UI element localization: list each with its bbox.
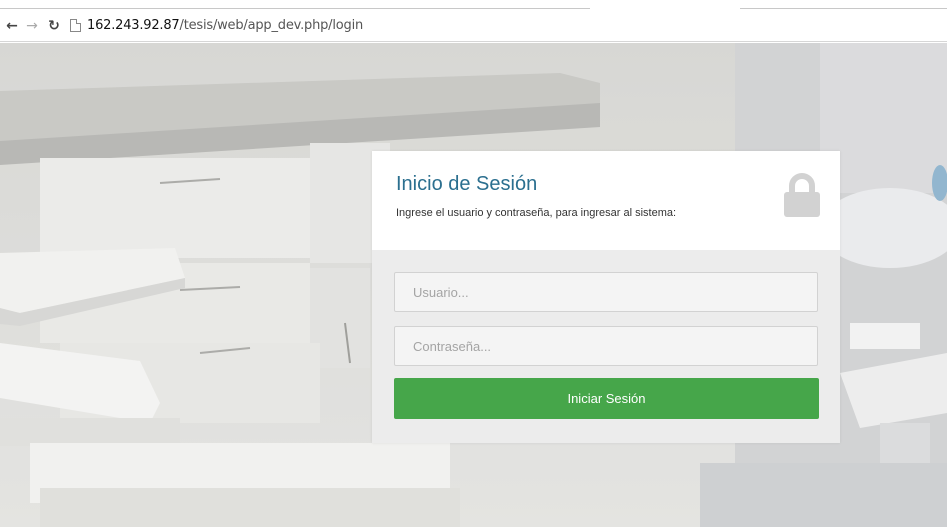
url-host: 162.243.92.87 — [87, 18, 180, 33]
tab-strip — [0, 0, 947, 10]
url-path: /tesis/web/app_dev.php/login — [179, 18, 364, 33]
login-card: Inicio de Sesión Ingrese el usuario y co… — [372, 151, 840, 443]
lock-icon — [784, 173, 820, 217]
address-bar[interactable]: 162.243.92.87/tesis/web/app_dev.php/logi… — [87, 18, 363, 33]
password-input[interactable] — [394, 326, 818, 366]
login-title: Inicio de Sesión — [396, 173, 538, 195]
reload-icon[interactable]: ↻ — [46, 16, 62, 36]
tab-divider — [740, 8, 947, 9]
back-arrow-icon[interactable]: ← — [4, 16, 20, 36]
login-subtitle: Ingrese el usuario y contraseña, para in… — [396, 207, 677, 219]
browser-toolbar: ← → ↻ 162.243.92.87/tesis/web/app_dev.ph… — [0, 10, 947, 42]
tab-divider — [0, 8, 590, 9]
login-submit-button[interactable]: Iniciar Sesión — [394, 378, 819, 419]
login-card-header: Inicio de Sesión Ingrese el usuario y co… — [372, 151, 840, 250]
page-icon — [70, 19, 81, 32]
username-input[interactable] — [394, 272, 818, 312]
forward-arrow-icon[interactable]: → — [24, 16, 40, 36]
